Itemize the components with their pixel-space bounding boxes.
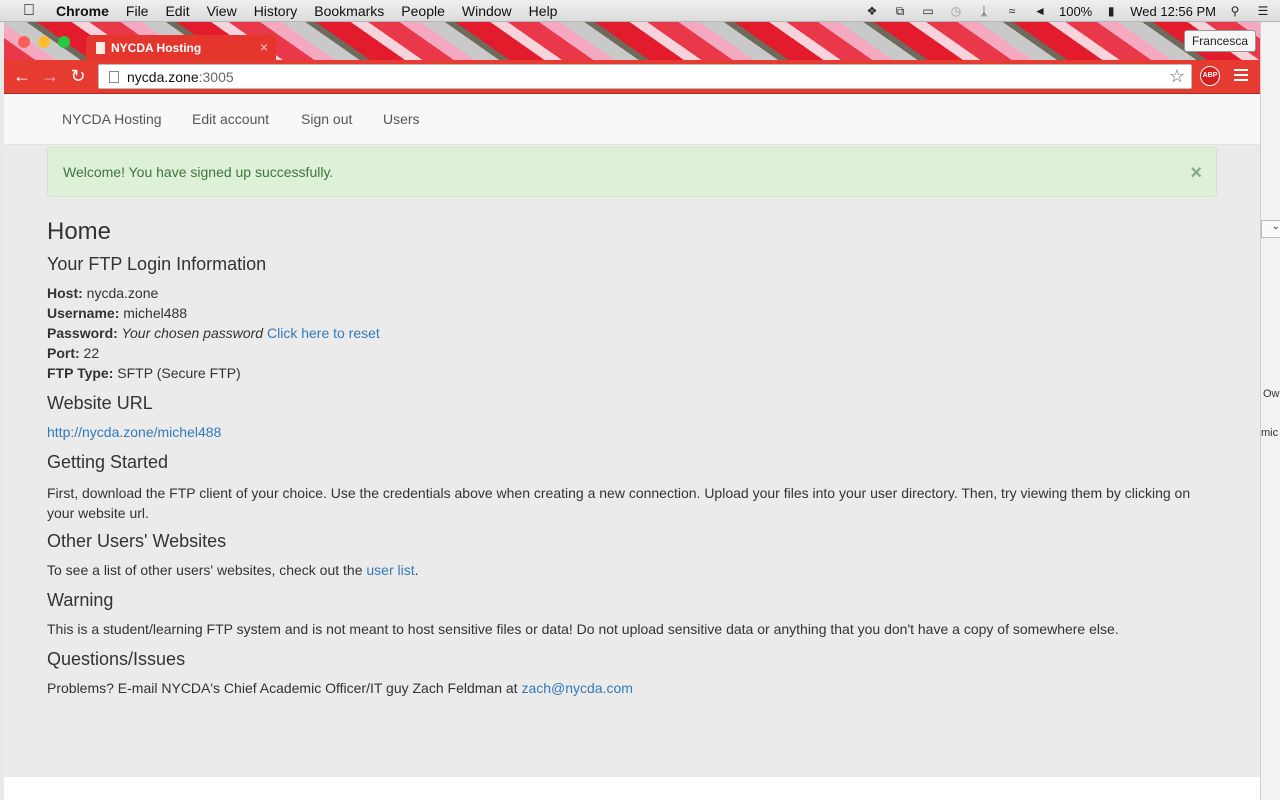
other-users-period: . xyxy=(414,562,419,578)
nav-brand-link[interactable]: NYCDA Hosting xyxy=(62,111,162,127)
other-users-text: To see a list of other users' websites, … xyxy=(47,562,367,578)
nav-sign-out-link[interactable]: Sign out xyxy=(301,111,352,127)
port-label: Port: xyxy=(47,345,80,361)
page-title: Home xyxy=(47,218,112,245)
password-value: Your chosen password xyxy=(117,325,264,341)
url-port: :3005 xyxy=(198,68,234,85)
close-alert-icon[interactable]: × xyxy=(1190,162,1202,185)
tab-title: NYCDA Hosting xyxy=(111,40,202,55)
reset-password-link[interactable]: Click here to reset xyxy=(267,325,380,341)
other-users-row: To see a list of other users' websites, … xyxy=(47,562,419,578)
battery-percent[interactable]: 100% xyxy=(1059,4,1092,19)
close-window-button[interactable] xyxy=(18,36,30,48)
menu-people[interactable]: People xyxy=(401,3,445,19)
menubar-status-area: ❖ ⧉ ▭ ◷ ᛣ ≈ ◄ 100% ▮ Wed 12:56 PM ⚲ ☰ xyxy=(863,0,1272,22)
username-value: michel488 xyxy=(119,305,188,321)
back-icon[interactable]: ← xyxy=(12,66,32,86)
browser-toolbar: ← → ↻ nycda.zone:3005 ☆ ABP xyxy=(4,60,1260,94)
user-list-link[interactable]: user list xyxy=(366,562,414,578)
airplay-icon[interactable]: ▭ xyxy=(919,3,937,19)
url-host: nycda.zone xyxy=(127,68,199,85)
website-url-link[interactable]: http://nycda.zone/michel488 xyxy=(47,424,221,440)
questions-heading: Questions/Issues xyxy=(47,649,186,669)
close-tab-icon[interactable]: × xyxy=(260,39,268,55)
reload-icon[interactable]: ↻ xyxy=(68,66,88,86)
background-text-1: Own xyxy=(1263,388,1280,400)
contact-email-link[interactable]: zach@nycda.com xyxy=(521,680,632,696)
menu-view[interactable]: View xyxy=(207,3,237,19)
website-url-heading: Website URL xyxy=(47,393,153,413)
forward-icon[interactable]: → xyxy=(40,66,60,86)
ftp-type-row: FTP Type: SFTP (Secure FTP) xyxy=(47,365,241,381)
getting-started-heading: Getting Started xyxy=(47,452,169,472)
menu-file[interactable]: File xyxy=(126,3,149,19)
other-users-heading: Other Users' Websites xyxy=(47,531,227,551)
tab-strip: NYCDA Hosting × Francesca xyxy=(4,22,1260,60)
password-label: Password: xyxy=(47,325,118,341)
wifi-icon[interactable]: ≈ xyxy=(1003,3,1021,19)
username-label: Username: xyxy=(47,305,120,321)
adblock-icon[interactable]: ABP xyxy=(1200,66,1220,86)
host-label: Host: xyxy=(47,285,83,301)
page-info-icon[interactable] xyxy=(109,70,119,83)
clock[interactable]: Wed 12:56 PM xyxy=(1130,4,1216,19)
page-bottom xyxy=(4,777,1260,800)
spotlight-icon[interactable]: ⚲ xyxy=(1226,3,1244,19)
questions-text: Problems? E-mail NYCDA's Chief Academic … xyxy=(47,680,522,696)
host-value: nycda.zone xyxy=(82,285,159,301)
web-page: NYCDA Hosting Edit account Sign out User… xyxy=(4,94,1260,777)
alert-message: Welcome! You have signed up successfully… xyxy=(63,164,334,180)
tab-nycda-hosting[interactable]: NYCDA Hosting × xyxy=(86,35,276,60)
chrome-menu-icon[interactable] xyxy=(1234,69,1248,84)
menu-window[interactable]: Window xyxy=(462,3,512,19)
bluetooth-icon[interactable]: ᛣ xyxy=(975,3,993,19)
nav-users-link[interactable]: Users xyxy=(383,111,420,127)
warning-text: This is a student/learning FTP system an… xyxy=(47,621,1119,637)
port-value: 22 xyxy=(79,345,100,361)
nav-edit-account-link[interactable]: Edit account xyxy=(192,111,269,127)
zoom-window-button[interactable] xyxy=(58,36,70,48)
username-row: Username: michel488 xyxy=(47,305,187,321)
notification-center-icon[interactable]: ☰ xyxy=(1254,3,1272,19)
page-icon xyxy=(96,41,105,54)
time-machine-icon[interactable]: ◷ xyxy=(947,3,965,19)
minimize-window-button[interactable] xyxy=(38,36,50,48)
website-url-row: http://nycda.zone/michel488 xyxy=(47,424,221,440)
background-window: ⌄ Own mic xyxy=(1260,22,1280,800)
dropbox-icon[interactable]: ❖ xyxy=(863,3,881,19)
warning-heading: Warning xyxy=(47,590,114,610)
dropdown-chevron-icon[interactable]: ⌄ xyxy=(1261,220,1280,238)
bookmark-star-icon[interactable]: ☆ xyxy=(1169,66,1185,87)
menu-app-name[interactable]: Chrome xyxy=(56,3,109,19)
background-text-2: mic xyxy=(1261,427,1279,439)
password-row: Password: Your chosen password Click her… xyxy=(47,325,380,341)
battery-icon[interactable]: ▮ xyxy=(1102,3,1120,19)
profile-button[interactable]: Francesca xyxy=(1183,30,1256,52)
menu-help[interactable]: Help xyxy=(529,3,558,19)
success-alert: Welcome! You have signed up successfully… xyxy=(47,147,1217,197)
browser-window: NYCDA Hosting × Francesca ← → ↻ nycda.zo… xyxy=(4,22,1260,800)
getting-started-text: First, download the FTP client of your c… xyxy=(47,485,1191,521)
menu-bookmarks[interactable]: Bookmarks xyxy=(314,3,384,19)
address-bar[interactable]: nycda.zone:3005 ☆ xyxy=(98,64,1192,89)
questions-row: Problems? E-mail NYCDA's Chief Academic … xyxy=(47,680,633,696)
menu-history[interactable]: History xyxy=(254,3,298,19)
apple-icon[interactable]:  xyxy=(20,2,38,20)
port-row: Port: 22 xyxy=(47,345,99,361)
ftp-type-value: SFTP (Secure FTP) xyxy=(113,365,241,381)
mac-menubar:  Chrome File Edit View History Bookmark… xyxy=(0,0,1280,22)
window-manager-icon[interactable]: ⧉ xyxy=(891,3,909,19)
ftp-type-label: FTP Type: xyxy=(47,365,114,381)
ftp-login-heading: Your FTP Login Information xyxy=(47,254,267,274)
menu-edit[interactable]: Edit xyxy=(165,3,189,19)
host-row: Host: nycda.zone xyxy=(47,285,158,301)
volume-icon[interactable]: ◄ xyxy=(1031,3,1049,19)
site-navbar: NYCDA Hosting Edit account Sign out User… xyxy=(4,94,1260,145)
